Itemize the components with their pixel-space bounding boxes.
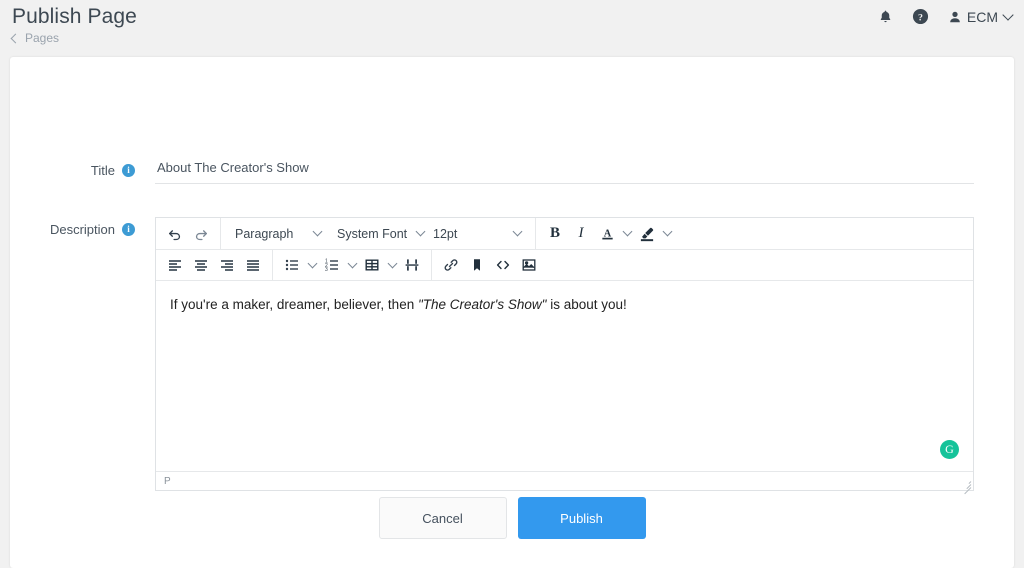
link-icon[interactable] — [438, 253, 464, 277]
title-field-row: Title i — [10, 157, 1014, 184]
chevron-left-icon — [10, 33, 21, 43]
font-size-value: 12pt — [433, 226, 458, 241]
title-input[interactable] — [155, 157, 974, 184]
bell-icon[interactable] — [878, 9, 893, 25]
title-label: Title — [90, 163, 115, 178]
publish-button[interactable]: Publish — [517, 497, 646, 539]
editor-resize-handle[interactable] — [961, 479, 972, 495]
font-size-select[interactable]: 12pt — [425, 222, 529, 246]
alignment-group — [162, 250, 266, 280]
editor-toolbar-row-1: Paragraph System Font 12pt B I A — [156, 218, 973, 250]
editor-toolbar-row-2: 1 2 3 — [156, 249, 973, 281]
block-format-value: Paragraph — [235, 226, 294, 241]
bullet-list-chevron[interactable] — [305, 253, 319, 277]
chevron-down-icon — [307, 258, 317, 268]
format-selects-group: Paragraph System Font 12pt — [227, 218, 529, 249]
description-info-icon[interactable]: i — [122, 223, 135, 236]
table-chevron[interactable] — [385, 253, 399, 277]
text-style-group: B I A — [542, 218, 674, 249]
source-code-icon[interactable] — [490, 253, 516, 277]
insert-group — [438, 250, 542, 280]
align-left-icon[interactable] — [162, 253, 188, 277]
font-family-value: System Font — [337, 226, 408, 241]
toolbar-separator — [272, 249, 273, 281]
chevron-down-icon — [512, 226, 523, 237]
form-actions: Cancel Publish — [10, 497, 1014, 539]
chevron-down-icon — [347, 258, 357, 268]
svg-text:3: 3 — [325, 267, 328, 273]
app-header: Publish Page Pages ? ECM — [0, 0, 1024, 57]
page-title: Publish Page — [12, 5, 137, 28]
description-field-row: Description i Paragraph System Font 12pt… — [10, 217, 1014, 495]
title-label-group: Title i — [10, 163, 135, 178]
title-input-wrap — [155, 157, 974, 184]
content-card: Title i Description i — [10, 57, 1014, 568]
user-menu[interactable]: ECM — [948, 8, 1014, 25]
highlight-color-icon[interactable] — [634, 222, 660, 246]
numbered-list-icon[interactable]: 1 2 3 — [319, 253, 345, 277]
image-icon[interactable] — [516, 253, 542, 277]
block-format-select[interactable]: Paragraph — [227, 222, 329, 246]
align-right-icon[interactable] — [214, 253, 240, 277]
title-info-icon[interactable]: i — [122, 164, 135, 177]
text-color-chevron[interactable] — [620, 222, 634, 246]
grammarly-badge[interactable]: G — [940, 440, 959, 459]
toolbar-separator — [220, 218, 221, 249]
description-label-wrap: Description i — [10, 217, 135, 491]
cancel-button[interactable]: Cancel — [378, 497, 507, 539]
header-right: ? ECM — [878, 8, 1014, 25]
toolbar-separator — [535, 218, 536, 249]
bold-button[interactable]: B — [542, 222, 568, 246]
undo-icon[interactable] — [162, 222, 188, 246]
history-group — [162, 218, 214, 249]
bold-label: B — [549, 225, 560, 241]
chevron-down-icon — [622, 226, 632, 237]
publish-page-screen: Publish Page Pages ? ECM Title i About T… — [0, 0, 1024, 568]
element-path: P — [164, 475, 171, 487]
editor-text-plain: If you're a maker, dreamer, believer, th… — [170, 297, 418, 312]
page-break-icon[interactable] — [399, 253, 425, 277]
text-color-icon[interactable]: A — [594, 222, 620, 246]
chevron-down-icon — [387, 258, 397, 268]
editor-text-tail: is about you! — [546, 297, 627, 312]
toolbar-separator — [431, 249, 432, 281]
description-label-group: Description i — [10, 222, 135, 237]
italic-button[interactable]: I — [568, 222, 594, 246]
user-menu-label: ECM — [966, 8, 998, 25]
italic-label: I — [578, 225, 584, 241]
font-family-select[interactable]: System Font — [329, 222, 426, 246]
table-icon[interactable] — [359, 253, 385, 277]
breadcrumb[interactable]: Pages — [10, 31, 137, 45]
help-circle-icon[interactable]: ? — [912, 8, 929, 25]
header-left: Publish Page Pages — [10, 4, 137, 45]
title-label-wrap: Title i — [10, 157, 135, 184]
editor-content-area[interactable]: If you're a maker, dreamer, believer, th… — [156, 281, 973, 471]
chevron-down-icon — [1002, 8, 1014, 21]
list-table-group: 1 2 3 — [279, 250, 425, 280]
chevron-down-icon — [662, 226, 672, 237]
highlight-color-chevron[interactable] — [660, 222, 674, 246]
description-label: Description — [49, 222, 115, 237]
numbered-list-chevron[interactable] — [345, 253, 359, 277]
svg-text:A: A — [603, 228, 611, 239]
rich-text-editor: Paragraph System Font 12pt B I A 1 2 3 I… — [155, 217, 974, 495]
editor-paragraph: If you're a maker, dreamer, believer, th… — [170, 295, 959, 315]
bookmark-icon[interactable] — [464, 253, 490, 277]
align-center-icon[interactable] — [188, 253, 214, 277]
bullet-list-icon[interactable] — [279, 253, 305, 277]
chevron-down-icon — [312, 226, 323, 237]
person-icon — [950, 11, 960, 22]
editor-status-bar: P — [156, 471, 973, 495]
svg-text:?: ? — [918, 12, 923, 23]
editor-text-italic: "The Creator's Show" — [417, 297, 547, 312]
align-justify-icon[interactable] — [240, 253, 266, 277]
redo-icon[interactable] — [188, 222, 214, 246]
breadcrumb-link-pages[interactable]: Pages — [25, 31, 59, 45]
